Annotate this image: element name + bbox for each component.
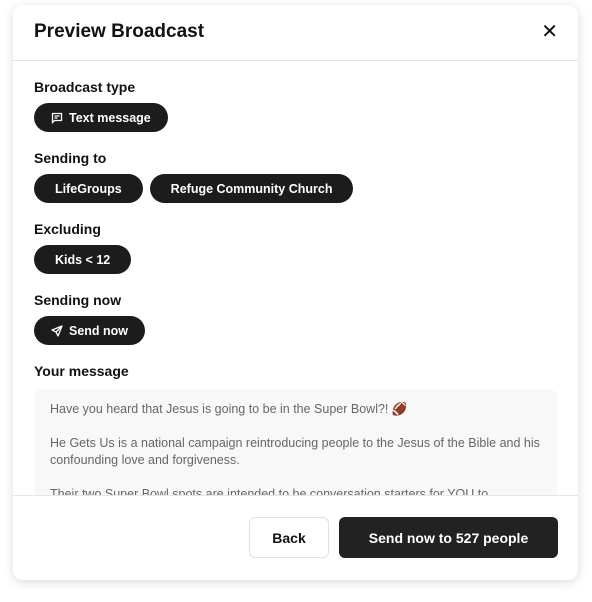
close-icon[interactable]: ✕	[541, 21, 558, 43]
sending-to-label: Sending to	[34, 150, 107, 166]
dialog-footer: Back Send now to 527 people	[13, 495, 578, 580]
send-timing-chip: Send now	[34, 316, 146, 345]
dialog-title: Preview Broadcast	[34, 21, 205, 42]
send-now-button[interactable]: Send now to 527 people	[339, 517, 558, 558]
dialog-body[interactable]: Broadcast type Text message Sending to L…	[13, 61, 578, 495]
message-paragraph: Have you heard that Jesus is going to be…	[50, 402, 408, 416]
back-button[interactable]: Back	[249, 517, 329, 558]
recipient-chip: LifeGroups	[34, 174, 143, 203]
broadcast-type-value: Text message	[69, 110, 151, 125]
broadcast-type-label: Broadcast type	[34, 79, 136, 95]
recipient-chip: Refuge Community Church	[149, 174, 354, 203]
message-preview: Have you heard that Jesus is going to be…	[34, 389, 557, 495]
message-paragraph: Their two Super Bowl spots are intended …	[50, 487, 489, 495]
sending-now-label: Sending now	[34, 292, 122, 308]
your-message-label: Your message	[34, 363, 129, 379]
preview-broadcast-dialog: Preview Broadcast ✕ Broadcast type Text …	[13, 5, 578, 580]
message-square-icon	[51, 112, 63, 124]
message-paragraph: He Gets Us is a national campaign reintr…	[50, 436, 540, 467]
send-icon	[51, 324, 63, 337]
excluding-label: Excluding	[34, 221, 101, 237]
send-timing-value: Send now	[69, 323, 129, 338]
dialog-header: Preview Broadcast ✕	[13, 5, 578, 61]
broadcast-type-chip: Text message	[34, 103, 168, 132]
excluded-chip: Kids < 12	[34, 245, 132, 274]
